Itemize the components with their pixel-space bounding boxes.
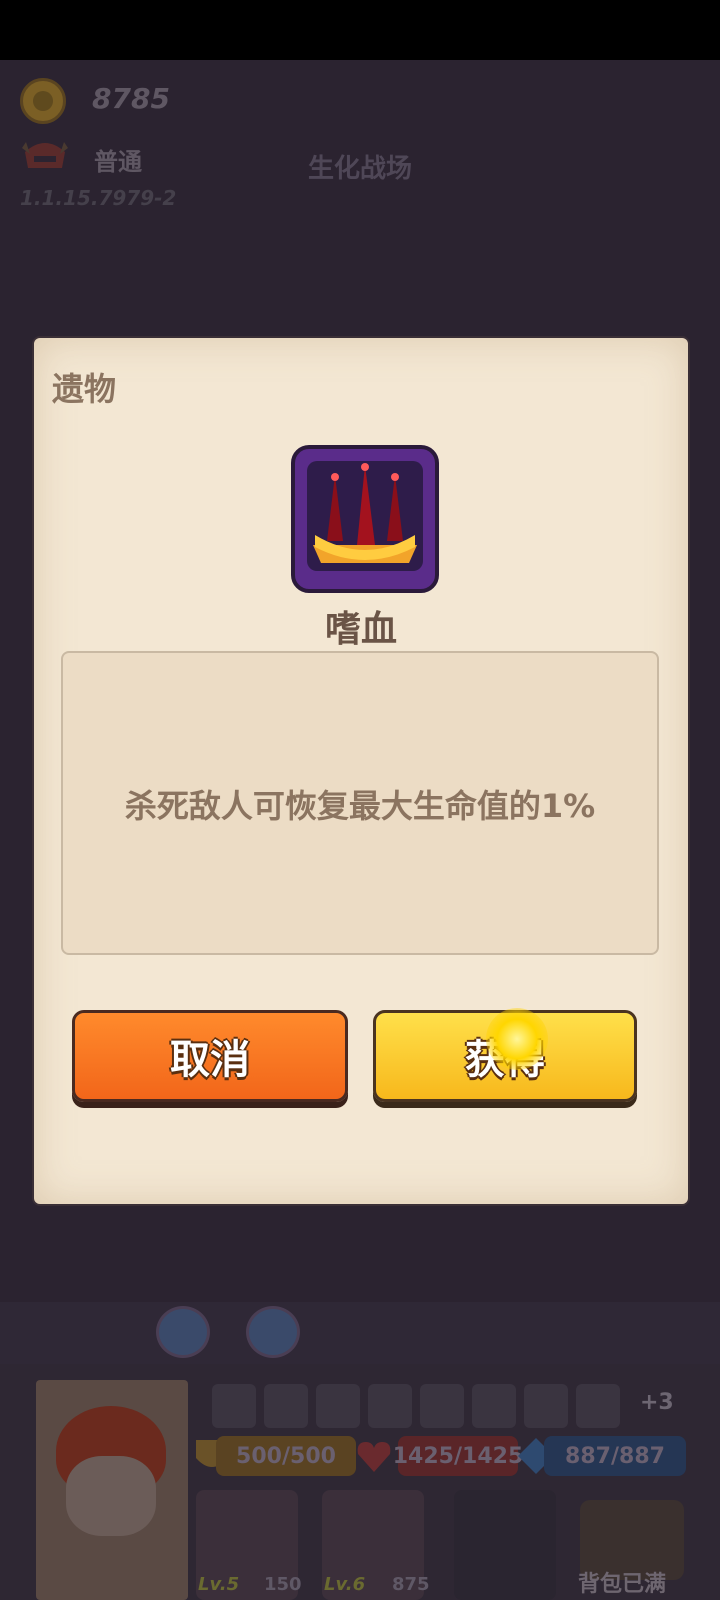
version-label: 1.1.15.7979-2	[20, 186, 177, 210]
status-bar	[0, 0, 720, 60]
shield-value: 500/500	[216, 1436, 356, 1476]
relic-slot-icon[interactable]	[368, 1384, 412, 1428]
health-value: 1425/1425	[393, 1436, 523, 1476]
equipment-level: Lv.5	[198, 1574, 240, 1595]
skill-slot-icon[interactable]	[246, 1306, 300, 1358]
dialog-title: 遗物	[52, 370, 117, 408]
equipment-level: Lv.6	[324, 1574, 366, 1595]
relic-slot-icon[interactable]	[472, 1384, 516, 1428]
relic-slot-icon[interactable]	[212, 1384, 256, 1428]
relic-description: 杀死敌人可恢复最大生命值的1%	[124, 787, 596, 825]
hero-portrait[interactable]	[36, 1380, 188, 1600]
relic-slot-icon[interactable]	[576, 1384, 620, 1428]
cancel-button[interactable]: 取消	[72, 1010, 348, 1102]
bloodthirst-relic-icon	[291, 445, 439, 593]
mana-value: 887/887	[544, 1436, 686, 1476]
relic-list	[212, 1384, 692, 1428]
coin-icon	[20, 78, 66, 124]
skill-slot-icon[interactable]	[156, 1306, 210, 1358]
relic-name: 嗜血	[324, 609, 397, 650]
description-box: 杀死敌人可恢复最大生命值的1%	[61, 651, 659, 955]
tap-indicator	[486, 1008, 548, 1070]
coin-count: 8785	[92, 82, 170, 115]
stage-title: 生化战场	[307, 154, 412, 184]
relic-slot-icon[interactable]	[524, 1384, 568, 1428]
bag-status: 背包已满	[578, 1572, 667, 1597]
relic-dialog: 遗物 嗜血 杀死敌人可恢复最大生命值的1% 取消 获得	[34, 338, 688, 1204]
equipment-value: 150	[264, 1574, 302, 1595]
equipment-value: 875	[392, 1574, 430, 1595]
more-relics-count[interactable]: +3	[640, 1390, 674, 1415]
empty-equipment-slot[interactable]	[454, 1490, 556, 1600]
relic-slot-icon[interactable]	[316, 1384, 360, 1428]
heart-icon	[357, 1442, 391, 1472]
skill-strip	[0, 1302, 720, 1364]
relic-slot-icon[interactable]	[264, 1384, 308, 1428]
relic-slot-icon[interactable]	[420, 1384, 464, 1428]
